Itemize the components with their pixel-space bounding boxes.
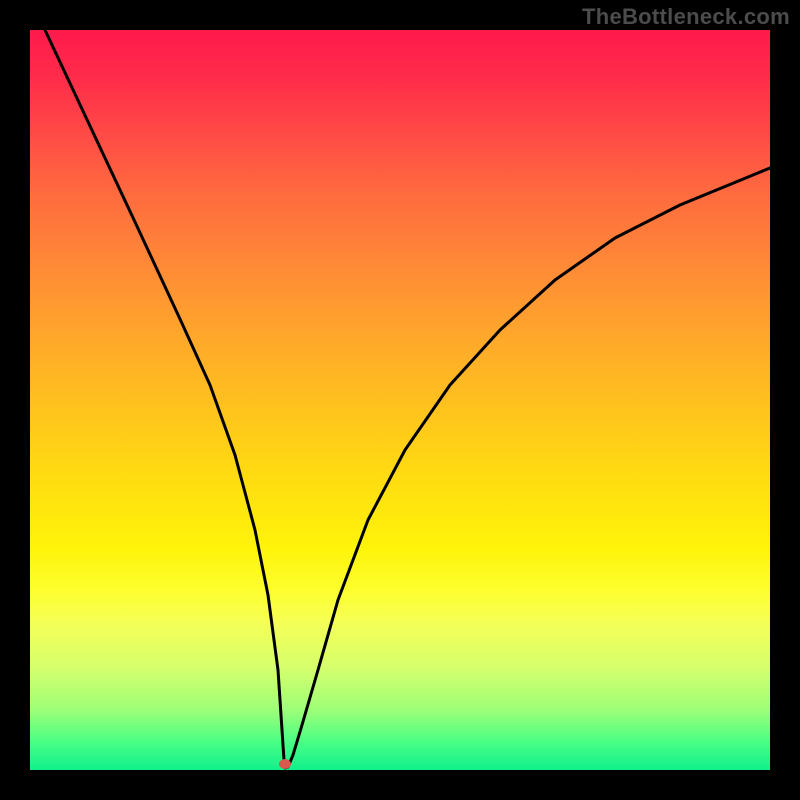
bottleneck-curve bbox=[30, 30, 770, 770]
plot-area bbox=[30, 30, 770, 770]
watermark-text: TheBottleneck.com bbox=[582, 4, 790, 30]
chart-frame: TheBottleneck.com bbox=[0, 0, 800, 800]
curve-path bbox=[45, 30, 770, 768]
optimum-marker bbox=[279, 759, 291, 769]
